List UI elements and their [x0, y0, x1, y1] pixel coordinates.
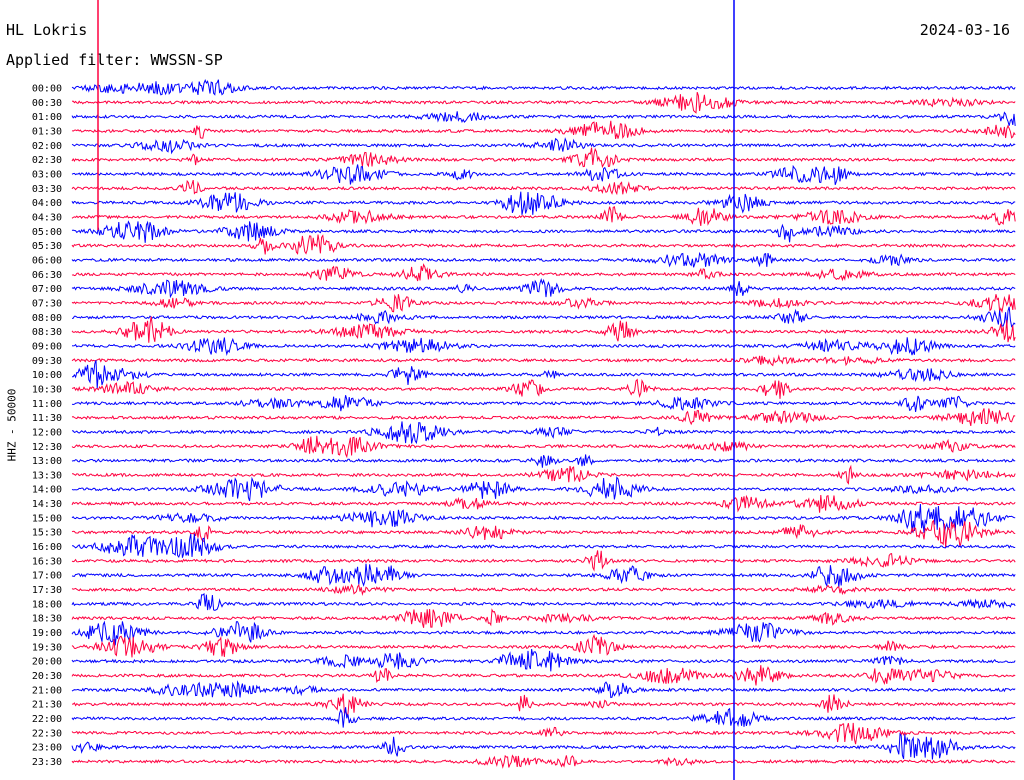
seismic-trace	[71, 680, 1016, 699]
seismic-trace	[71, 164, 1016, 185]
seismic-trace	[71, 294, 1016, 314]
time-tick-label: 21:30	[32, 700, 62, 711]
seismic-trace	[71, 620, 1016, 646]
seismic-trace	[71, 722, 1016, 745]
seismic-trace	[71, 421, 1016, 445]
seismic-trace	[71, 633, 1016, 658]
time-tick-label: 14:00	[32, 485, 62, 496]
time-tick-label: 17:30	[32, 585, 62, 596]
seismogram-plot: 00:00 00:30 01:00 01:30 02:00 02:30 03:00 03:30…	[32, 0, 1016, 780]
seismic-trace	[71, 354, 1016, 367]
time-tick-label: 17:00	[32, 571, 62, 582]
seismic-trace	[71, 179, 1016, 196]
time-tick-label: 15:30	[32, 528, 62, 539]
time-tick-label: 05:00	[32, 227, 62, 238]
time-tick-label: 23:00	[32, 743, 62, 754]
seismic-trace	[71, 592, 1016, 611]
time-tick-label: 20:30	[32, 671, 62, 682]
time-tick-label: 16:00	[32, 542, 62, 553]
seismic-trace	[71, 519, 1016, 548]
time-tick-labels: 00:00 00:30 01:00 01:30 02:00 02:30 03:00 03:30…	[32, 84, 62, 769]
time-tick-label: 04:30	[32, 212, 62, 223]
seismic-trace	[71, 435, 1016, 459]
time-tick-label: 23:30	[32, 757, 62, 768]
seismic-trace	[71, 111, 1016, 126]
time-tick-label: 03:00	[32, 169, 62, 180]
seismic-trace	[71, 550, 1016, 572]
seismic-trace	[72, 360, 1016, 389]
seismic-trace	[72, 533, 1016, 559]
seismic-trace	[71, 92, 1016, 114]
time-tick-label: 01:00	[32, 112, 62, 123]
seismic-trace	[71, 476, 1016, 502]
time-tick-label: 18:30	[32, 614, 62, 625]
time-tick-label: 10:30	[32, 384, 62, 395]
time-tick-label: 19:00	[32, 628, 62, 639]
time-tick-label: 12:00	[32, 427, 62, 438]
seismic-trace	[71, 234, 1016, 255]
seismic-trace	[71, 251, 1016, 268]
time-tick-label: 22:00	[32, 714, 62, 725]
time-tick-label: 09:00	[32, 341, 62, 352]
time-tick-label: 06:00	[32, 255, 62, 266]
time-tick-label: 13:00	[32, 456, 62, 467]
time-tick-label: 16:30	[32, 556, 62, 567]
time-tick-label: 13:30	[32, 470, 62, 481]
time-tick-label: 07:00	[32, 284, 62, 295]
time-tick-label: 21:00	[32, 685, 62, 696]
time-tick-label: 00:00	[32, 84, 62, 95]
seismic-trace	[71, 454, 1016, 468]
seismic-trace	[71, 316, 1016, 343]
time-tick-label: 19:30	[32, 642, 62, 653]
time-tick-label: 15:00	[32, 513, 62, 524]
seismic-trace	[71, 220, 1016, 243]
seismic-trace	[71, 120, 1016, 140]
time-tick-label: 14:30	[32, 499, 62, 510]
seismic-trace	[72, 693, 1016, 717]
trace-group	[71, 79, 1016, 769]
time-tick-label: 02:30	[32, 155, 62, 166]
time-tick-label: 07:30	[32, 298, 62, 309]
seismic-trace	[71, 337, 1016, 356]
time-tick-label: 04:00	[32, 198, 62, 209]
seismic-trace	[71, 754, 1016, 769]
time-tick-label: 05:30	[32, 241, 62, 252]
seismic-trace	[71, 494, 1016, 513]
seismic-trace	[71, 665, 1016, 686]
time-tick-label: 02:00	[32, 141, 62, 152]
time-tick-label: 08:00	[32, 313, 62, 324]
seismic-trace	[71, 503, 1016, 533]
time-tick-label: 08:30	[32, 327, 62, 338]
time-tick-label: 22:30	[32, 728, 62, 739]
time-tick-label: 06:30	[32, 270, 62, 281]
seismic-trace	[71, 79, 1016, 96]
seismic-trace	[71, 306, 1016, 328]
seismic-trace	[71, 277, 1016, 299]
seismic-trace	[72, 464, 1016, 485]
time-tick-label: 12:30	[32, 442, 62, 453]
seismic-trace	[71, 707, 1016, 728]
seismic-trace	[71, 263, 1016, 282]
seismic-trace	[71, 608, 1016, 628]
seismic-trace	[71, 395, 1016, 412]
seismic-trace	[71, 563, 1016, 588]
seismic-trace	[71, 191, 1016, 215]
time-tick-label: 11:30	[32, 413, 62, 424]
time-tick-label: 01:30	[32, 126, 62, 137]
time-tick-label: 09:30	[32, 356, 62, 367]
seismic-trace	[71, 206, 1016, 226]
time-tick-label: 18:00	[32, 599, 62, 610]
time-tick-label: 10:00	[32, 370, 62, 381]
time-tick-label: 03:30	[32, 184, 62, 195]
seismic-trace	[71, 378, 1016, 399]
seismic-trace	[71, 147, 1016, 169]
seismic-trace	[71, 583, 1016, 597]
seismic-trace	[71, 137, 1016, 155]
time-tick-label: 00:30	[32, 98, 62, 109]
seismic-trace	[71, 408, 1016, 427]
time-tick-label: 20:00	[32, 657, 62, 668]
time-tick-label: 11:00	[32, 399, 62, 410]
